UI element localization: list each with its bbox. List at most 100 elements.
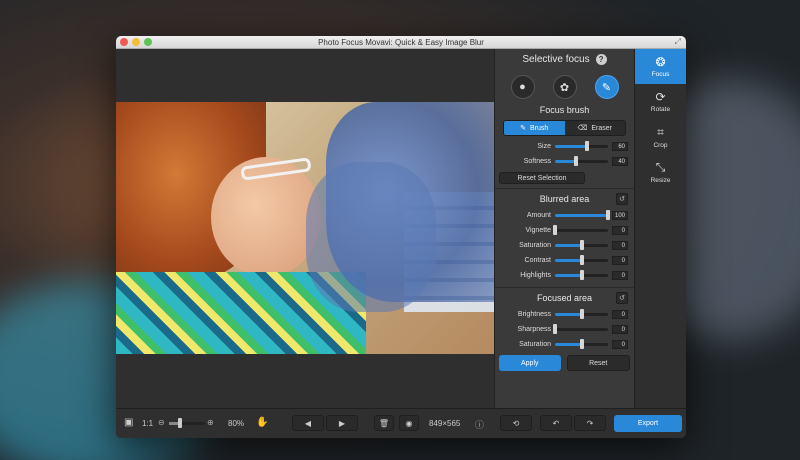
aperture-icon: ❂ <box>655 55 666 69</box>
slider-track[interactable] <box>555 270 608 280</box>
slider-knob[interactable] <box>579 255 584 265</box>
redo-icon: ↷ <box>586 418 594 428</box>
slider-value-field[interactable]: 0 <box>612 340 628 349</box>
brush-tab[interactable]: ✎ Brush <box>504 121 565 135</box>
slider-row: Brightness 0 <box>495 307 634 322</box>
window-title: Photo Focus Movavi: Quick & Easy Image B… <box>318 37 484 47</box>
tool-crop[interactable]: ⌗ Crop <box>635 119 686 154</box>
blurred-reset-icon[interactable]: ↺ <box>616 192 628 205</box>
macro-mode-button[interactable]: ✿ <box>552 75 577 99</box>
previous-button[interactable]: ◀ <box>292 415 324 431</box>
fullscreen-icon[interactable]: ⤢ <box>675 37 681 47</box>
slider-value-field[interactable]: 0 <box>612 271 628 280</box>
preview-toggle-button[interactable]: ◉ <box>399 415 419 431</box>
info-icon[interactable]: ⓘ <box>475 418 484 431</box>
focused-area-title: Focused area <box>536 292 593 303</box>
next-button[interactable]: ▶ <box>326 415 358 431</box>
slider-value-field[interactable]: 0 <box>612 256 628 265</box>
tool-rotate[interactable]: ⟳ Rotate <box>635 84 686 119</box>
slider-track[interactable] <box>555 255 608 265</box>
slider-value-field[interactable]: 40 <box>612 157 628 166</box>
zoom-window-button[interactable] <box>144 38 152 46</box>
actual-size-button[interactable]: 1:1 <box>142 419 153 428</box>
reset-button[interactable]: Reset <box>566 355 630 371</box>
slider-track[interactable] <box>553 324 608 334</box>
delete-button[interactable]: 🗑 <box>374 415 394 431</box>
slider-track[interactable] <box>555 240 608 250</box>
slider-fill <box>555 343 582 346</box>
compare-button[interactable]: ⟲ <box>500 415 532 431</box>
slider-track[interactable] <box>555 309 608 319</box>
minimize-window-button[interactable] <box>132 38 140 46</box>
zoom-out-icon[interactable]: ⊖ <box>158 418 165 427</box>
focused-reset-icon[interactable]: ↺ <box>616 291 628 304</box>
brush-mode-button[interactable]: ✎ <box>594 75 619 99</box>
rotate-icon: ⟳ <box>655 90 666 104</box>
redo-button[interactable]: ↷ <box>574 415 606 431</box>
slider-knob[interactable] <box>553 225 557 235</box>
title-bar: Photo Focus Movavi: Quick & Easy Image B… <box>116 36 686 49</box>
brush-icon: ✎ <box>520 125 527 132</box>
photo-preview[interactable] <box>116 102 494 354</box>
slider-label: Vignette <box>525 227 551 234</box>
slider-knob[interactable] <box>579 240 584 250</box>
help-icon[interactable]: ? <box>595 53 607 65</box>
slider-knob[interactable] <box>579 309 584 319</box>
tool-label: Rotate <box>650 106 671 113</box>
trash-icon: 🗑 <box>378 418 390 428</box>
slider-value-field[interactable]: 0 <box>612 310 628 319</box>
slider-fill <box>555 145 587 148</box>
close-window-button[interactable] <box>120 38 128 46</box>
slider-value-field[interactable]: 0 <box>612 325 628 334</box>
slider-row: Size 60 <box>495 139 634 154</box>
slider-knob[interactable] <box>606 210 610 220</box>
flower-icon: ✿ <box>559 81 570 94</box>
slider-knob[interactable] <box>553 324 557 334</box>
zoom-level: 80% <box>228 419 245 428</box>
settings-panel: Selective focus ? ● ✿ ✎ Focus brush ✎ Br… <box>494 49 634 408</box>
apply-button[interactable]: Apply <box>499 355 561 371</box>
slider-label: Highlights <box>520 272 551 279</box>
slider-knob[interactable] <box>584 141 589 151</box>
slider-fill <box>555 244 582 247</box>
selection-mask-overlay <box>306 162 436 312</box>
slider-track[interactable] <box>553 225 608 235</box>
tool-focus[interactable]: ❂ Focus <box>635 49 686 84</box>
reset-selection-button[interactable]: Reset Selection <box>499 172 585 184</box>
blurred-area-header: Blurred area ↺ <box>495 188 634 208</box>
zoom-slider[interactable] <box>169 418 205 428</box>
slider-knob[interactable] <box>579 270 584 280</box>
slider-value-field[interactable]: 60 <box>612 142 628 151</box>
export-button[interactable]: Export <box>614 415 682 432</box>
slider-track[interactable] <box>555 210 610 220</box>
zoom-slider-knob[interactable] <box>177 418 182 428</box>
slider-value-field[interactable]: 100 <box>612 211 628 220</box>
slider-label: Contrast <box>524 257 551 264</box>
crop-icon: ⌗ <box>657 124 664 139</box>
hand-tool-icon[interactable]: ✋ <box>256 417 268 428</box>
image-dimensions: 849×565 <box>429 419 461 428</box>
slider-track[interactable] <box>555 339 608 349</box>
slider-row: Softness 40 <box>495 154 634 169</box>
slider-row: Contrast 0 <box>495 253 634 268</box>
slider-label: Brightness <box>517 311 551 318</box>
eraser-tab[interactable]: ⌫ Eraser <box>564 121 625 135</box>
tool-resize[interactable]: ⤡ Resize <box>635 154 686 189</box>
zoom-in-icon[interactable]: ⊕ <box>207 418 214 427</box>
slider-knob[interactable] <box>579 339 584 349</box>
slider-track[interactable] <box>555 141 608 151</box>
slider-value-field[interactable]: 0 <box>612 241 628 250</box>
brush-sliders: Size 60 Softness 40 <box>495 139 634 169</box>
slider-fill <box>555 274 582 277</box>
slider-label: Amount <box>526 212 551 219</box>
slider-row: Sharpness 0 <box>495 322 634 337</box>
slider-value-field[interactable]: 0 <box>612 226 628 235</box>
slider-track[interactable] <box>555 156 608 166</box>
fit-screen-icon[interactable]: ▣ <box>124 417 133 428</box>
slider-knob[interactable] <box>574 156 579 166</box>
slider-label: Sharpness <box>517 326 551 333</box>
undo-button[interactable]: ↶ <box>540 415 572 431</box>
image-canvas[interactable] <box>116 49 494 408</box>
person-mode-button[interactable]: ● <box>510 75 535 99</box>
undo-icon: ↶ <box>552 418 560 428</box>
